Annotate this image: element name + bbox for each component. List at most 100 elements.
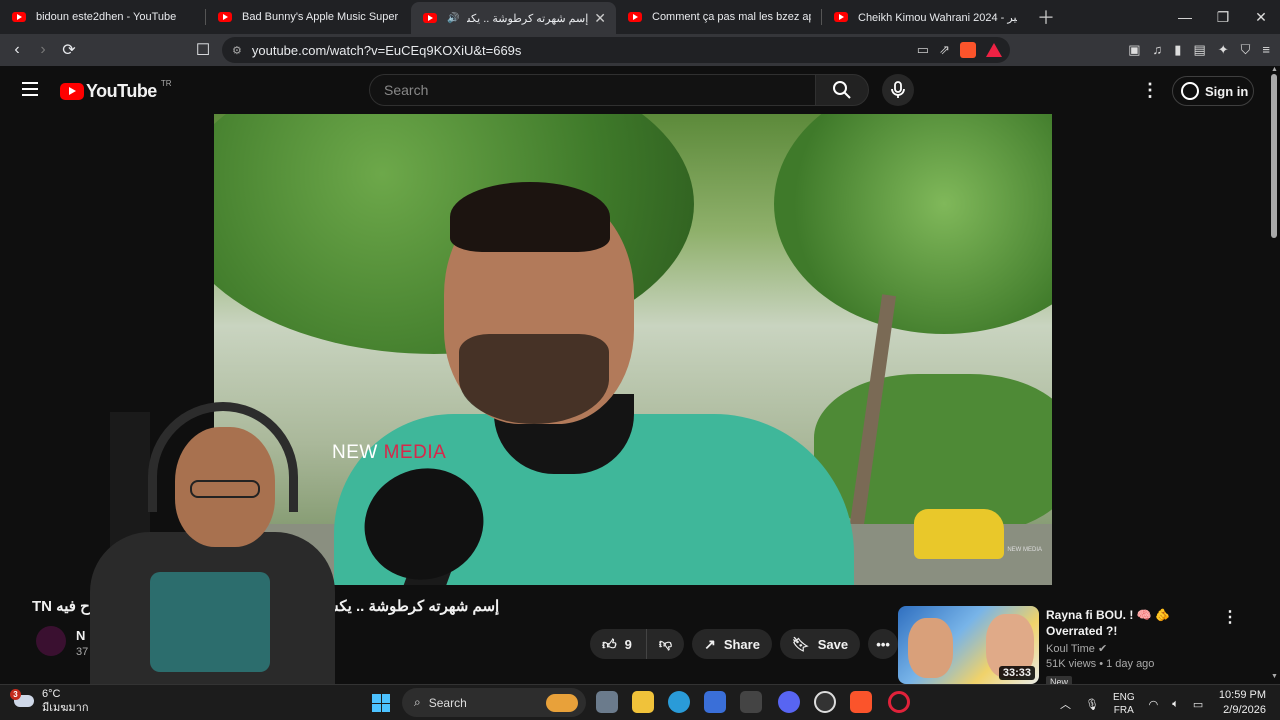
opera-icon[interactable] [888, 691, 910, 713]
channel-name[interactable]: N [76, 628, 85, 643]
browser-extensions: ▣ ♫ ▮ ▤ ✦ ⛉ ≡ [1128, 42, 1270, 58]
weather-badge: 3 [10, 689, 21, 700]
chevron-up-icon[interactable]: ︿ [1060, 696, 1071, 712]
save-label: Save [817, 636, 849, 652]
logo-wordmark: YouTube [86, 81, 157, 101]
search-input[interactable]: Search [369, 74, 816, 106]
microphone-icon [891, 81, 905, 98]
back-icon[interactable]: ‹ [4, 41, 30, 59]
browser-tab[interactable]: Cheikh Kimou Wahrani 2024 - صغير [822, 0, 1027, 34]
recommended-menu-icon[interactable]: ⋮ [1222, 607, 1238, 627]
browser-tab-strip: bidoun este2dhen - YouTube Bad Bunny's A… [0, 0, 1280, 34]
close-tab-icon[interactable]: ✕ [594, 10, 606, 27]
scroll-up-icon[interactable]: ▲ [1271, 66, 1278, 73]
recommended-title[interactable]: Rayna fi BOU. ! 🧠 🫵 Overrated ?! [1046, 607, 1216, 639]
like-button[interactable]: 👍︎ 9 [590, 629, 647, 659]
browser-tab[interactable]: Comment ça pas mal les bzez apex ? [616, 0, 821, 34]
share-button[interactable]: ↗ Share [692, 629, 772, 659]
wifi-icon[interactable]: ◠ [1149, 698, 1159, 711]
leo-ai-icon[interactable]: ✦ [1218, 42, 1229, 58]
search-icon: ⌕ [414, 695, 421, 709]
close-window-icon[interactable]: ✕ [1242, 0, 1280, 34]
youtube-favicon-icon [12, 12, 26, 22]
file-explorer-icon[interactable] [632, 691, 654, 713]
battery-icon[interactable]: ▭ [1193, 698, 1203, 711]
windows-start-icon[interactable] [372, 694, 390, 712]
video-person-beard [459, 334, 609, 424]
share-icon[interactable]: ⇗ [939, 42, 950, 58]
menu-icon[interactable]: ≡ [1262, 42, 1270, 58]
weather-temp: 6°C [42, 688, 61, 700]
youtube-play-icon [60, 83, 84, 100]
reader-mode-icon[interactable]: ▣ [1128, 42, 1140, 58]
volume-icon[interactable]: 🔈︎ [1172, 698, 1179, 711]
verified-icon: ✔ [1097, 643, 1108, 655]
brave-icon[interactable] [850, 691, 872, 713]
restore-icon[interactable]: ❐ [1204, 0, 1242, 34]
webcam-overlay [90, 392, 335, 692]
microphone-icon[interactable]: 🎙︎ [1085, 698, 1099, 711]
window-controls: — ❐ ✕ [1166, 0, 1280, 34]
youtube-favicon-icon [218, 12, 232, 22]
video-corner-watermark: NEW MEDIA [1007, 547, 1042, 553]
weather-description: มีเมฆมาก [42, 702, 89, 714]
tab-title: Bad Bunny's Apple Music Super Bowl [242, 11, 401, 23]
brave-rewards-icon[interactable] [986, 43, 1002, 57]
youtube-favicon-icon [628, 12, 642, 22]
voice-search-button[interactable] [882, 74, 914, 106]
taskbar-clock[interactable]: 10:59 PM 2/9/2026 [1219, 688, 1266, 718]
taskbar-search[interactable]: ⌕ Search [402, 688, 586, 717]
bookmark-icon[interactable]: ☐ [190, 40, 216, 60]
obs-icon[interactable] [814, 691, 836, 713]
more-horizontal-icon: ••• [876, 636, 890, 652]
more-actions-button[interactable]: ••• [868, 629, 899, 659]
sign-in-button[interactable]: Sign in [1172, 76, 1254, 106]
brave-shields-icon[interactable] [960, 42, 976, 58]
edge-icon[interactable] [668, 691, 690, 713]
country-code: TR [160, 79, 172, 88]
recommended-channel[interactable]: Koul Time ✔ [1046, 642, 1107, 655]
search-button[interactable] [815, 74, 869, 106]
app-icon[interactable] [740, 691, 762, 713]
wallet-icon[interactable]: ▤ [1193, 42, 1205, 58]
task-view-icon[interactable] [596, 691, 618, 713]
recommended-thumbnail[interactable]: 33:33 [898, 606, 1039, 684]
dislike-button[interactable]: 👎︎ [646, 629, 685, 659]
cast-icon[interactable]: ▭ [917, 42, 929, 58]
address-bar-actions: ▭ ⇗ [917, 42, 1002, 58]
scroll-down-icon[interactable]: ▼ [1271, 673, 1278, 680]
settings-kebab-icon[interactable]: ⋮ [1141, 80, 1159, 101]
guide-menu-icon[interactable] [22, 82, 38, 96]
microsoft-store-icon[interactable] [704, 691, 726, 713]
new-tab-icon[interactable]: ＋ [1037, 4, 1055, 30]
audio-playing-icon[interactable]: 🔊 [447, 13, 459, 24]
input-language[interactable]: ENG FRA [1113, 691, 1135, 717]
media-icon[interactable]: ♫ [1153, 42, 1163, 58]
video-player[interactable]: NEW MEDIA NEW MEDIA [214, 114, 1052, 585]
youtube-favicon-icon [423, 13, 437, 23]
scrollbar-thumb[interactable] [1271, 74, 1277, 238]
reload-icon[interactable]: ⟳ [56, 40, 82, 60]
address-bar[interactable]: ⚙ youtube.com/watch?v=EuCEq9KOXiU&t=669s… [222, 37, 1010, 63]
browser-tab[interactable]: bidoun este2dhen - YouTube [0, 0, 205, 34]
webcam-glasses [190, 480, 260, 498]
browser-tab[interactable]: Bad Bunny's Apple Music Super Bowl [206, 0, 411, 34]
search-placeholder: Search [384, 82, 429, 98]
site-info-icon[interactable]: ⚙ [232, 44, 242, 57]
share-arrow-icon: ↗ [704, 635, 716, 652]
save-button[interactable]: 🔖︎ Save [779, 629, 861, 659]
browser-tab-active[interactable]: 🔊 إسم شهرته كرطوشة .. يكشف تفا ✕ [411, 2, 616, 34]
channel-avatar[interactable] [36, 626, 66, 656]
sidebar-icon[interactable]: ▮ [1174, 42, 1181, 58]
page-scrollbar[interactable]: ▲ ▼ [1268, 66, 1280, 684]
discord-icon[interactable] [778, 691, 800, 713]
browser-toolbar: ‹ › ⟳ ☐ ⚙ youtube.com/watch?v=EuCEq9KOXi… [0, 34, 1280, 66]
weather-widget[interactable]: 3 6°C มีเมฆมาก [10, 687, 89, 715]
youtube-logo[interactable]: YouTube TR [60, 79, 172, 102]
tab-title: bidoun este2dhen - YouTube [36, 11, 177, 23]
minimize-icon[interactable]: — [1166, 0, 1204, 34]
forward-icon[interactable]: › [30, 41, 56, 59]
video-actions: 👍︎ 9 👎︎ ↗ Share 🔖︎ Save ••• [590, 629, 899, 659]
vpn-icon[interactable]: ⛉ [1241, 42, 1251, 58]
video-taxi [914, 509, 1004, 559]
